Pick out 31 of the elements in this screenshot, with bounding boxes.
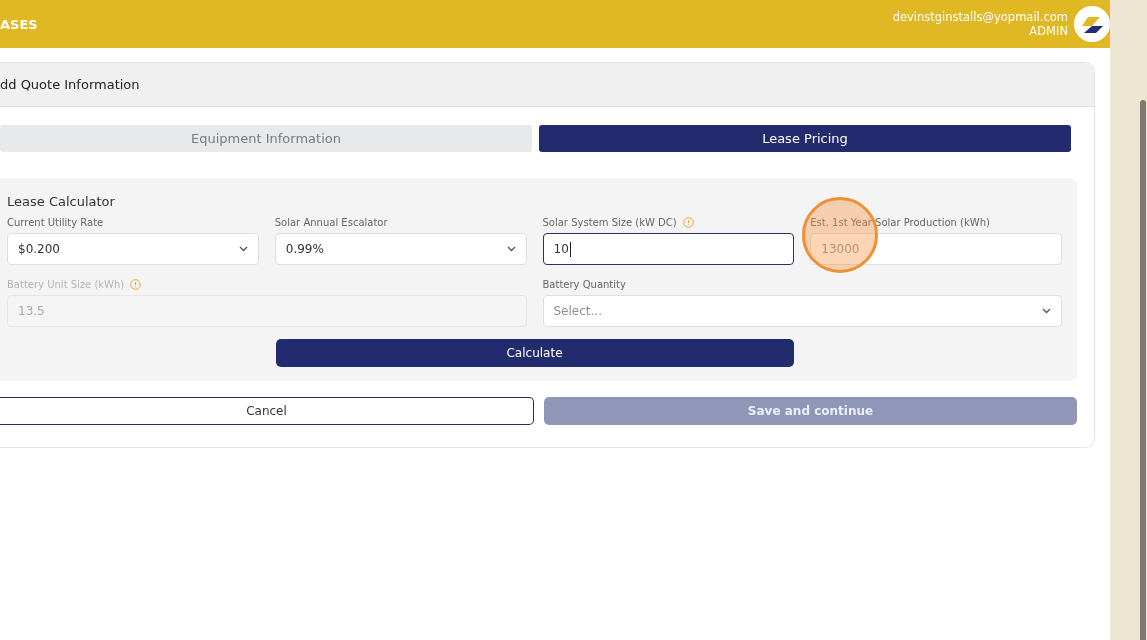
section-title: Lease Calculator xyxy=(7,194,116,209)
placeholder-text: Select... xyxy=(553,304,602,318)
field-value: $0.200 xyxy=(18,242,60,256)
dropdown-field[interactable]: $0.200 xyxy=(7,233,259,265)
info-icon xyxy=(130,278,142,290)
cancel-button[interactable]: Cancel xyxy=(0,397,534,425)
field-label: Est. 1st Year Solar Production (kWh) xyxy=(810,216,990,228)
field-label: Battery Quantity xyxy=(542,278,626,290)
field-label: Solar Annual Escalator xyxy=(274,216,388,228)
user-role: ADMIN xyxy=(1029,24,1068,38)
field-value: 10 xyxy=(553,242,569,256)
field-label: Current Utility Rate xyxy=(7,216,104,228)
chevron-down-icon xyxy=(238,246,248,252)
chevron-down-icon xyxy=(506,246,516,252)
field-label: Battery Unit Size (kWh) xyxy=(7,278,125,290)
placeholder-text: 13000 xyxy=(821,242,860,256)
scrollbar-thumb[interactable] xyxy=(1140,100,1146,640)
user-email: devinstginstalls@yopmail.com xyxy=(892,10,1068,24)
app-title: ASES xyxy=(0,16,38,32)
card-title: dd Quote Information xyxy=(0,77,140,92)
chevron-down-icon xyxy=(1042,308,1051,314)
input-field[interactable]: 10 xyxy=(542,233,795,265)
field-value: 0.99% xyxy=(285,242,324,256)
tab[interactable]: Equipment Information xyxy=(0,125,532,152)
info-icon xyxy=(682,216,694,228)
calculate-button[interactable]: Calculate xyxy=(275,339,794,367)
tab[interactable]: Lease Pricing xyxy=(539,125,1071,152)
dropdown-field[interactable]: 0.99% xyxy=(274,233,527,265)
text-cursor xyxy=(569,241,571,257)
field-label: Solar System Size (kW DC) xyxy=(542,216,677,228)
field-value: 13.5 xyxy=(18,304,45,318)
